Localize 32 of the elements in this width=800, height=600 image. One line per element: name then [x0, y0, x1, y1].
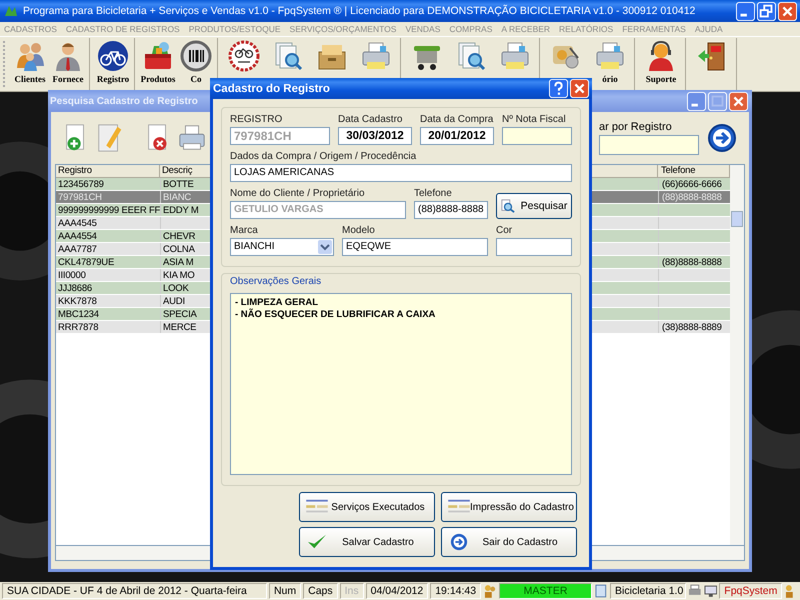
window-title: Programa para Bicicletaria + Serviços e Vendas v1.0 - FpqSystem ® | Licenciado para DEMONSTRAÇÃO BICICLETARIA v1.0 - 300912 010412 [23, 5, 696, 17]
field-label: Data Cadastro [338, 114, 404, 125]
status-cell: 19:14:43 [430, 583, 482, 599]
user-status: MASTER [498, 583, 592, 599]
table-cell-text: CKL47879UE [57, 256, 116, 268]
window-title: Pesquisa Cadastro de Registro [50, 96, 199, 106]
table-cell-text: KKK7878 [57, 295, 98, 307]
field-label: Dados da Compra / Origem / Procedência [230, 151, 418, 162]
field-label: REGISTRO [230, 114, 284, 125]
table-cell-text: JJJ8686 [57, 282, 93, 294]
field-label: Nº Nota Fiscal [502, 114, 567, 125]
table-cell-text: 797981CH [57, 191, 103, 203]
table-cell-text: 123456789 [57, 178, 105, 190]
status-cell: 04/04/2012 [366, 583, 428, 599]
table-cell-text: AAA4545 [57, 217, 98, 229]
status-cell: Num [268, 583, 302, 599]
table-cell-text: MBC1234 [57, 308, 100, 320]
field-label: Data da Compra [420, 114, 494, 125]
status-cell: Ins [340, 583, 364, 599]
dialog-title: Cadastro do Registro [213, 82, 331, 94]
table-cell-text: AAA4554 [57, 230, 98, 242]
table-cell-text: AAA7787 [57, 243, 98, 255]
table-cell-text: 999999999999 EEER FF [57, 204, 160, 216]
table-cell-text: III0000 [57, 269, 87, 281]
table-cell-text: RRR7878 [57, 321, 100, 333]
status-cell: Caps [303, 583, 338, 599]
status-cell: Bicicletaria 1.0 [610, 583, 686, 599]
field-label: Telefone [414, 188, 453, 199]
field-label: ar por Registro [599, 121, 673, 133]
status-cell: FpqSystem [719, 583, 782, 599]
field-label: Nome do Cliente / Proprietário [230, 188, 366, 199]
status-cell: SUA CIDADE - UF 4 de Abril de 2012 - Quarta-feira [2, 583, 267, 599]
